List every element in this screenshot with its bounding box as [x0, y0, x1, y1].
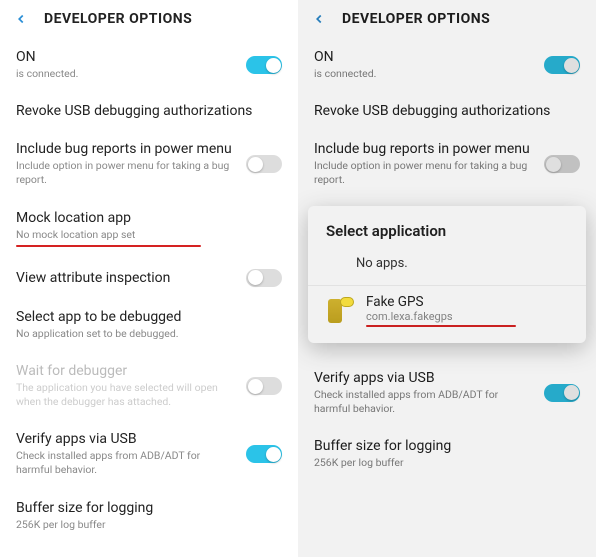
revoke-usb-row[interactable]: Revoke USB debugging authorizations [0, 92, 298, 130]
bug-report-row[interactable]: Include bug reports in power menu Includ… [298, 130, 596, 198]
revoke-usb-row[interactable]: Revoke USB debugging authorizations [298, 92, 596, 130]
wait-debugger-row: Wait for debugger The application you ha… [0, 352, 298, 420]
verify-apps-row[interactable]: Verify apps via USB Check installed apps… [0, 420, 298, 488]
header: DEVELOPER OPTIONS [0, 0, 298, 38]
master-toggle[interactable] [246, 56, 282, 74]
highlight-underline [366, 325, 516, 327]
master-toggle-row[interactable]: ON is connected. [298, 38, 596, 92]
on-sub: is connected. [16, 67, 236, 81]
verify-apps-toggle[interactable] [246, 445, 282, 463]
verify-apps-row[interactable]: Verify apps via USB Check installed apps… [298, 359, 596, 427]
verify-apps-toggle[interactable] [544, 384, 580, 402]
bug-report-row[interactable]: Include bug reports in power menu Includ… [0, 130, 298, 198]
back-icon[interactable] [310, 10, 328, 28]
on-label: ON [16, 49, 236, 65]
right-screenshot: DEVELOPER OPTIONS ON is connected. Revok… [298, 0, 596, 557]
master-toggle-row[interactable]: ON is connected. [0, 38, 298, 92]
header: DEVELOPER OPTIONS [298, 0, 596, 38]
highlight-underline [16, 245, 201, 247]
master-toggle[interactable] [544, 56, 580, 74]
no-apps-option[interactable]: No apps. [308, 250, 586, 285]
mock-location-row[interactable]: Mock location app No mock location app s… [0, 199, 298, 258]
select-app-row[interactable]: Select app to be debugged No application… [0, 298, 298, 352]
app-option-fakegps[interactable]: Fake GPS com.lexa.fakegps [308, 285, 586, 335]
view-attribute-row[interactable]: View attribute inspection [0, 258, 298, 298]
bug-report-toggle[interactable] [246, 155, 282, 173]
back-icon[interactable] [12, 10, 30, 28]
buffer-size-row[interactable]: Buffer size for logging 256K per log buf… [0, 489, 298, 543]
select-application-dialog: Select application No apps. Fake GPS com… [308, 206, 586, 343]
fakegps-app-icon [326, 297, 354, 325]
bug-report-toggle[interactable] [544, 155, 580, 173]
dialog-title: Select application [308, 222, 586, 250]
left-screenshot: DEVELOPER OPTIONS ON is connected. Revok… [0, 0, 298, 557]
page-title: DEVELOPER OPTIONS [44, 11, 192, 27]
view-attribute-toggle[interactable] [246, 269, 282, 287]
wait-debugger-toggle [246, 377, 282, 395]
page-title: DEVELOPER OPTIONS [342, 11, 490, 27]
buffer-size-row[interactable]: Buffer size for logging 256K per log buf… [298, 427, 596, 481]
